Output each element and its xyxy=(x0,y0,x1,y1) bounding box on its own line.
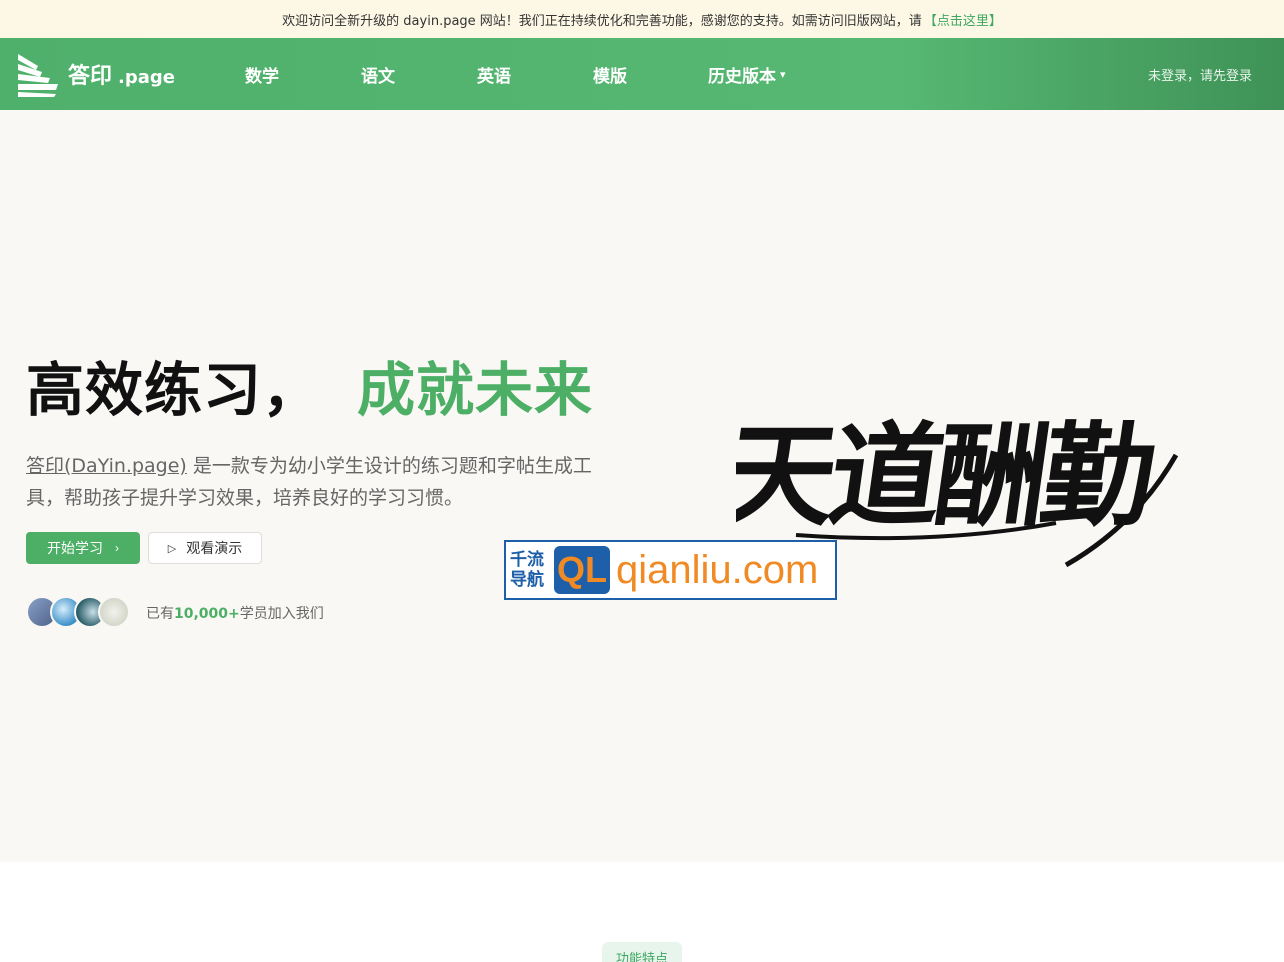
watermark-domain: qianliu.com xyxy=(616,547,819,592)
hero-section: 高效练习， 成就未来 答印(DaYin.page) 是一款专为幼小学生设计的练习题… xyxy=(0,110,1284,862)
nav-templates[interactable]: 模版 xyxy=(593,38,627,110)
play-icon: ▷ xyxy=(167,542,177,555)
logo-pages-icon xyxy=(18,54,58,97)
nav-history-versions[interactable]: 历史版本 ▾ xyxy=(708,38,786,110)
watermark-cn-text: 千流 导航 xyxy=(510,550,544,590)
hero-description: 答印(DaYin.page) 是一款专为幼小学生设计的练习题和字帖生成工具，帮助… xyxy=(26,455,592,509)
announcement-bar: 欢迎访问全新升级的 dayin.page 网站！我们正在持续优化和完善功能，感谢… xyxy=(0,0,1284,38)
brand-link[interactable]: 答印(DaYin.page) xyxy=(26,455,187,477)
old-site-link[interactable]: 【点击这里】 xyxy=(924,10,1002,29)
start-learning-button[interactable]: 开始学习 › xyxy=(26,532,140,564)
chevron-right-icon: › xyxy=(115,541,119,555)
hero-title-accent: 成就未来 xyxy=(357,356,594,424)
svg-text:天道酬勤: 天道酬勤 xyxy=(736,410,1160,542)
site-logo[interactable]: 答印 .page xyxy=(16,50,175,98)
chevron-down-icon: ▾ xyxy=(780,67,786,81)
nav-math[interactable]: 数学 xyxy=(245,38,279,110)
nav-chinese[interactable]: 语文 xyxy=(361,38,395,110)
hero-title: 高效练习， 成就未来 xyxy=(26,356,594,424)
nav-english[interactable]: 英语 xyxy=(477,38,511,110)
avatar xyxy=(98,596,130,628)
main-navbar: 答印 .page 数学 语文 英语 模版 历史版本 ▾ 未登录，请先登录 xyxy=(0,38,1284,110)
logo-text: 答印 .page xyxy=(68,64,175,89)
members-count-text: 已有10,000+学员加入我们 xyxy=(146,606,324,622)
announcement-text: 欢迎访问全新升级的 dayin.page 网站！我们正在持续优化和完善功能，感谢… xyxy=(282,13,922,29)
watermark-ql-logo: QL xyxy=(554,546,610,594)
watch-demo-button[interactable]: ▷ 观看演示 xyxy=(148,532,262,564)
features-section-badge: 功能特点 xyxy=(602,942,682,962)
watermark-banner: 千流 导航 QL qianliu.com xyxy=(504,540,837,600)
login-link[interactable]: 未登录，请先登录 xyxy=(1148,38,1252,110)
